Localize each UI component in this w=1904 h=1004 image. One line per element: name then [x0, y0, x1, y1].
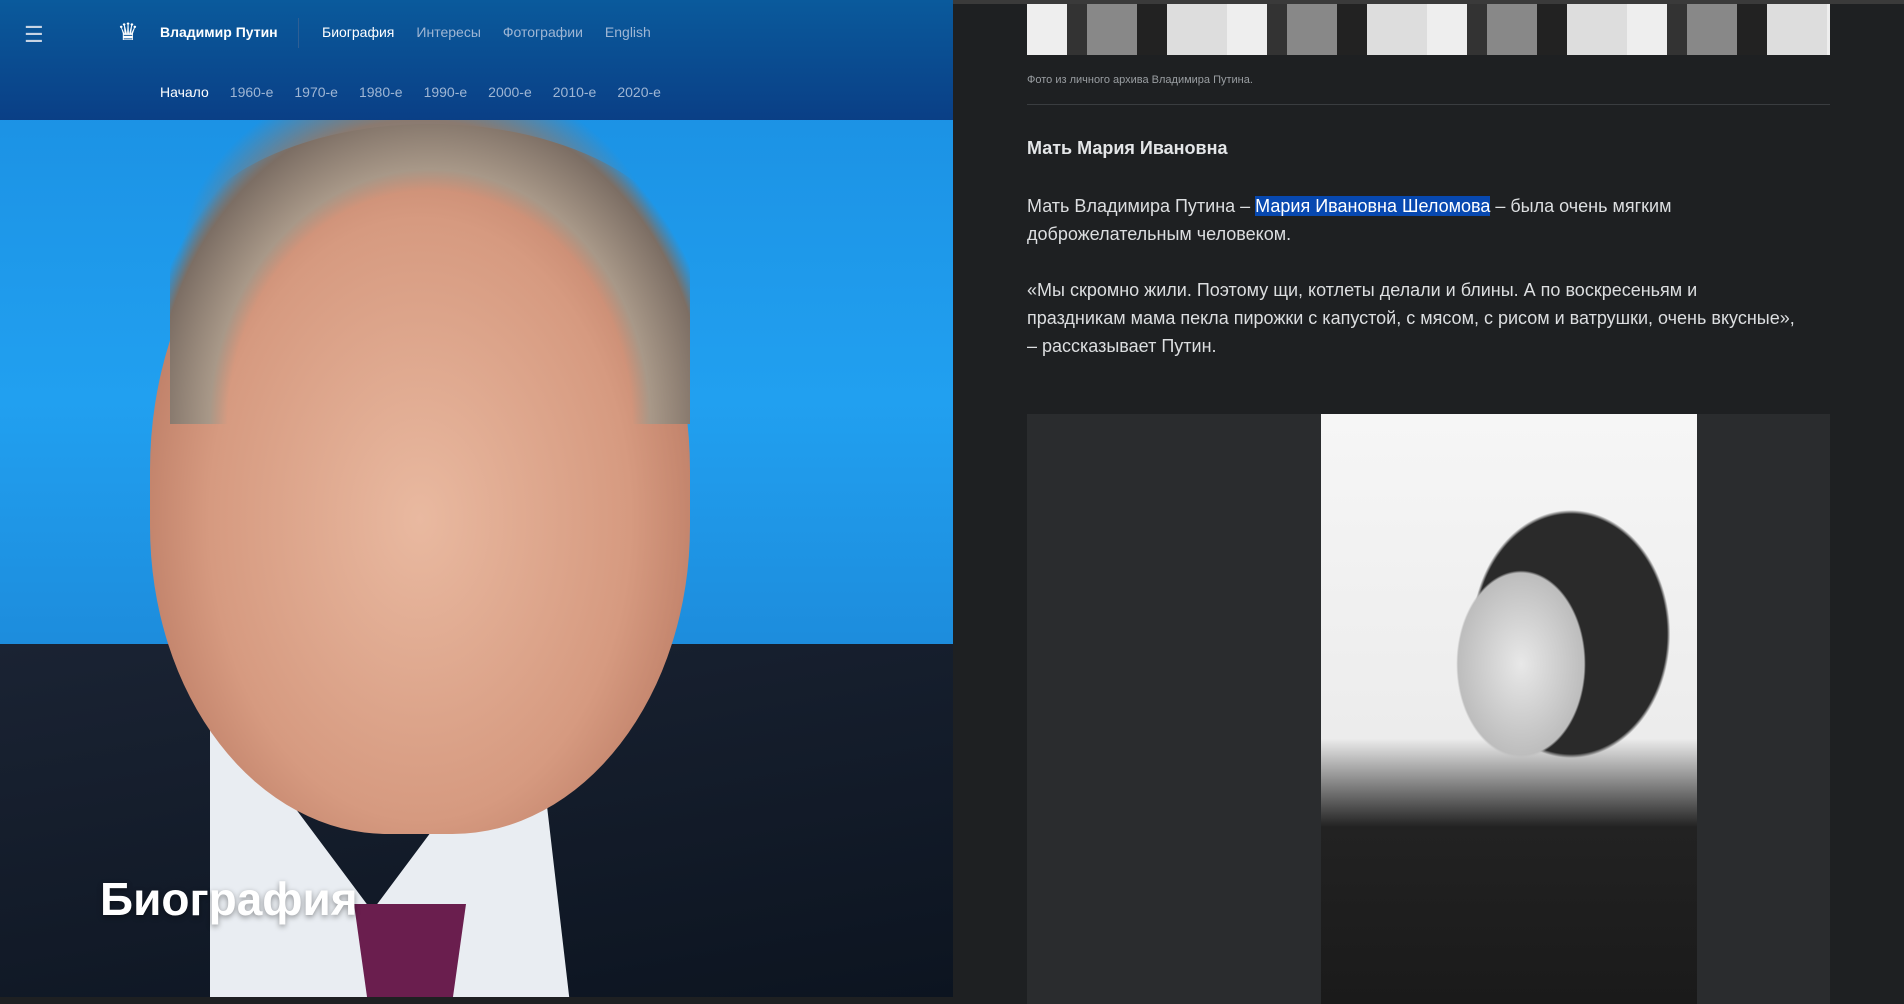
decade-start[interactable]: Начало [160, 84, 209, 100]
section-heading: Мать Мария Ивановна [1027, 138, 1228, 158]
decade-1990[interactable]: 1990-е [424, 84, 468, 100]
decade-1960[interactable]: 1960-е [230, 84, 274, 100]
divider [1027, 104, 1830, 105]
brand-link[interactable]: Владимир Путин [160, 24, 278, 40]
hamburger-icon[interactable]: ☰ [24, 22, 44, 48]
decade-1980[interactable]: 1980-е [359, 84, 403, 100]
nav-biography[interactable]: Биография [322, 24, 394, 40]
divider [298, 18, 299, 48]
decade-2000[interactable]: 2000-е [488, 84, 532, 100]
text: Мать Владимира Путина – [1027, 196, 1256, 216]
photo-frame [1027, 414, 1830, 1004]
decade-2020[interactable]: 2020-е [617, 84, 661, 100]
double-headed-eagle-icon[interactable]: ♛ [114, 18, 142, 48]
paragraph-1: Мать Владимира Путина – Мария Ивановна Ш… [1027, 192, 1827, 248]
archive-photo [1027, 4, 1830, 55]
selected-text[interactable]: Мария Ивановна Шеломова [1255, 196, 1491, 216]
main-nav: Биография Интересы Фотографии English [322, 24, 651, 40]
hero-section: Биография [0, 4, 953, 997]
decade-1970[interactable]: 1970-е [294, 84, 338, 100]
photo-caption: Фото из личного архива Владимира Путина. [1027, 74, 1253, 86]
paragraph-2: «Мы скромно жили. Поэтому щи, котлеты де… [1027, 280, 1795, 356]
hero-photo-hair [170, 124, 690, 424]
nav-photos[interactable]: Фотографии [503, 24, 583, 40]
nav-english[interactable]: English [605, 24, 651, 40]
hero-title: Биография [100, 873, 358, 925]
article: Фото из личного архива Владимира Путина.… [953, 4, 1904, 1004]
mother-portrait-photo[interactable] [1321, 414, 1697, 1004]
decades-nav: Начало 1960-е 1970-е 1980-е 1990-е 2000-… [160, 84, 661, 100]
decade-2010[interactable]: 2010-е [553, 84, 597, 100]
nav-interests[interactable]: Интересы [416, 24, 480, 40]
site-header: ☰ ♛ Владимир Путин Биография Интересы Фо… [0, 0, 953, 120]
